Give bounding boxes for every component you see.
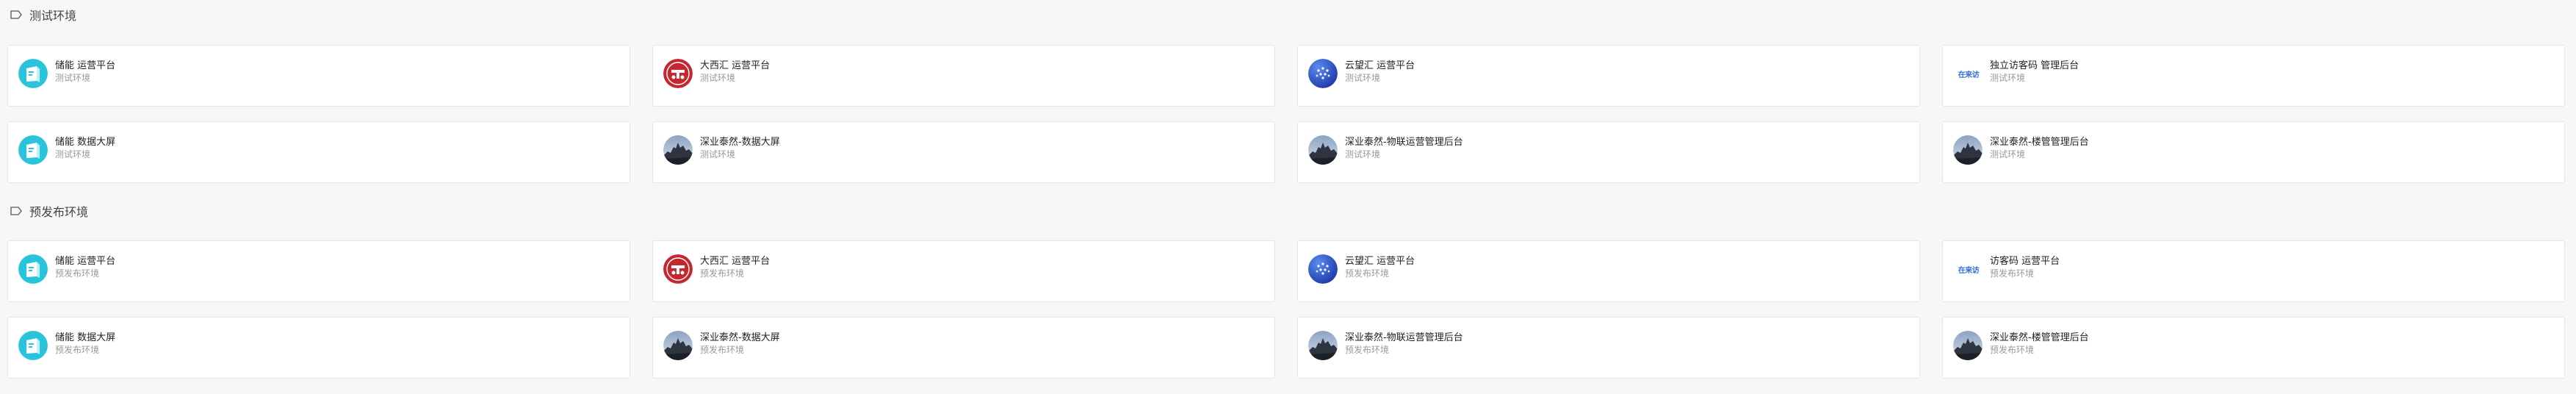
yunwanghui-logo — [1308, 254, 1338, 284]
card-title: 深业泰然-数据大屏 — [700, 332, 780, 343]
card-environment-label: 预发布环境 — [55, 345, 100, 355]
card-title: 深业泰然-数据大屏 — [700, 137, 780, 148]
visitor-code-logo: 在来访 — [1958, 71, 1980, 79]
card-title: 储能 数据大屏 — [55, 332, 116, 343]
app-card[interactable]: 深业泰然-楼管管理后台 测试环境 — [1942, 121, 2565, 183]
app-card[interactable]: 储能 数据大屏 测试环境 — [7, 121, 630, 183]
card-environment-label: 预发布环境 — [700, 345, 745, 355]
card-environment-label: 预发布环境 — [1345, 345, 1390, 355]
section-title: 测试环境 — [29, 9, 77, 23]
card-title: 深业泰然-物联运营管理后台 — [1345, 137, 1463, 148]
building-photo-logo — [663, 135, 693, 165]
card-title: 云望汇 运营平台 — [1345, 256, 1415, 267]
app-card-grid: 储能 运营平台 测试环境 大西汇 运营平台 测试环境 云望汇 运营平台 测试环境 在来… — [7, 45, 2565, 183]
app-card[interactable]: 大西汇 运营平台 测试环境 — [652, 45, 1275, 107]
app-card[interactable]: 深业泰然-楼管管理后台 预发布环境 — [1942, 317, 2565, 379]
card-title: 深业泰然-物联运营管理后台 — [1345, 332, 1463, 343]
card-environment-label: 预发布环境 — [55, 268, 100, 279]
app-card[interactable]: 深业泰然-数据大屏 预发布环境 — [652, 317, 1275, 379]
card-environment-label: 测试环境 — [1345, 73, 1381, 83]
app-card[interactable]: 在来访 独立访客码 管理后台 测试环境 — [1942, 45, 2565, 107]
app-card[interactable]: 储能 数据大屏 预发布环境 — [7, 317, 630, 379]
card-environment-label: 预发布环境 — [1990, 268, 2035, 279]
card-environment-label: 预发布环境 — [700, 268, 745, 279]
app-card[interactable]: 深业泰然-物联运营管理后台 预发布环境 — [1297, 317, 1920, 379]
app-card-grid: 储能 运营平台 预发布环境 大西汇 运营平台 预发布环境 云望汇 运营平台 预发布环境… — [7, 240, 2565, 379]
card-environment-label: 预发布环境 — [1345, 268, 1390, 279]
daxihui-logo — [663, 59, 693, 88]
visitor-code-logo: 在来访 — [1958, 266, 1980, 275]
card-title: 大西汇 运营平台 — [700, 60, 771, 71]
building-photo-logo — [1308, 135, 1338, 165]
section-header: 预发布环境 — [10, 203, 88, 219]
card-title: 独立访客码 管理后台 — [1990, 60, 2079, 71]
card-title: 大西汇 运营平台 — [700, 256, 771, 267]
storage-logo — [18, 135, 48, 165]
building-photo-logo — [1953, 135, 1982, 165]
app-card[interactable]: 云望汇 运营平台 测试环境 — [1297, 45, 1920, 107]
section-header: 测试环境 — [10, 7, 76, 23]
card-environment-label: 预发布环境 — [1990, 345, 2035, 355]
storage-logo — [18, 331, 48, 360]
app-card[interactable]: 在来访 访客码 运营平台 预发布环境 — [1942, 240, 2565, 302]
card-title: 访客码 运营平台 — [1990, 256, 2060, 267]
building-photo-logo — [663, 331, 693, 360]
card-environment-label: 测试环境 — [55, 73, 91, 83]
tag-icon — [10, 10, 22, 19]
card-environment-label: 测试环境 — [1345, 149, 1381, 160]
card-environment-label: 测试环境 — [700, 149, 736, 160]
app-card[interactable]: 大西汇 运营平台 预发布环境 — [652, 240, 1275, 302]
tag-icon — [10, 207, 22, 215]
storage-logo — [18, 254, 48, 284]
card-title: 储能 运营平台 — [55, 256, 116, 267]
yunwanghui-logo — [1308, 59, 1338, 88]
app-card[interactable]: 储能 运营平台 预发布环境 — [7, 240, 630, 302]
card-environment-label: 测试环境 — [1990, 149, 2026, 160]
card-title: 云望汇 运营平台 — [1345, 60, 1415, 71]
storage-logo — [18, 59, 48, 88]
daxihui-logo — [663, 254, 693, 284]
card-title: 储能 数据大屏 — [55, 137, 116, 148]
card-title: 深业泰然-楼管管理后台 — [1990, 137, 2089, 148]
section-title: 预发布环境 — [29, 205, 89, 219]
card-title: 深业泰然-楼管管理后台 — [1990, 332, 2089, 343]
app-card[interactable]: 云望汇 运营平台 预发布环境 — [1297, 240, 1920, 302]
card-environment-label: 测试环境 — [700, 73, 736, 83]
building-photo-logo — [1308, 331, 1338, 360]
building-photo-logo — [1953, 331, 1982, 360]
app-card[interactable]: 深业泰然-物联运营管理后台 测试环境 — [1297, 121, 1920, 183]
card-title: 储能 运营平台 — [55, 60, 116, 71]
card-environment-label: 测试环境 — [55, 149, 91, 160]
app-card[interactable]: 储能 运营平台 测试环境 — [7, 45, 630, 107]
card-environment-label: 测试环境 — [1990, 73, 2026, 83]
app-card[interactable]: 深业泰然-数据大屏 测试环境 — [652, 121, 1275, 183]
